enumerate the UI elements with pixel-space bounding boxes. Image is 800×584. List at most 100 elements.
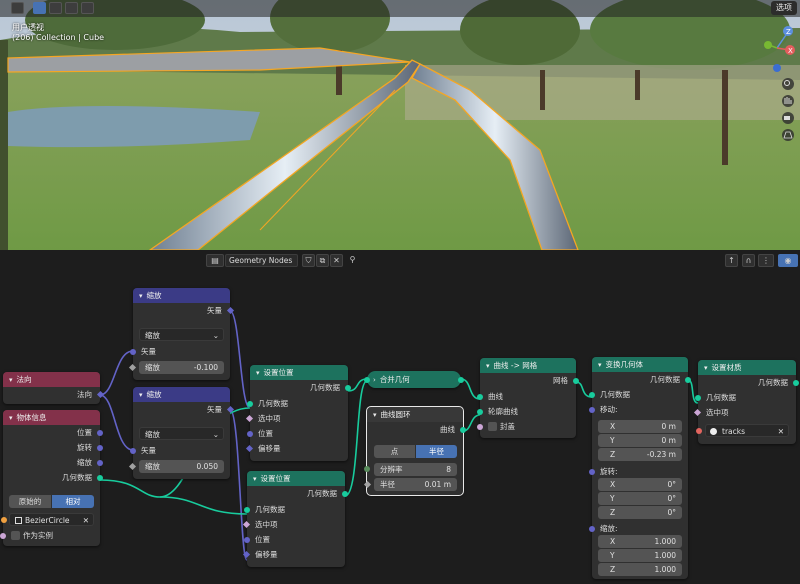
join-geometry-node[interactable]: › 合并几何 (364, 371, 464, 388)
set-material-header[interactable]: ▾ 设置材质 (698, 360, 796, 375)
scale-z-field[interactable]: Z 1.000 (598, 563, 682, 576)
scale-node-1-output: 矢量 (133, 303, 235, 318)
set-position-1-position-input: 位置 (247, 426, 348, 441)
object-selector-field[interactable]: BezierCircle ✕ (1, 513, 94, 526)
rotation-y-field[interactable]: Y 0° (598, 492, 682, 505)
position-input-socket[interactable] (244, 536, 250, 543)
material-sphere-icon (710, 428, 717, 435)
resolution-input-socket[interactable] (364, 466, 370, 472)
mesh-output-socket[interactable] (573, 377, 579, 384)
scale-y-field[interactable]: Y 1.000 (598, 549, 682, 562)
rotation-z-field[interactable]: Z 0° (598, 506, 682, 519)
viewport-scene (0, 0, 800, 250)
curve-to-mesh-node[interactable]: ▾ 曲线 -> 网格 网格 曲线 轮廓曲线 封盖 (477, 358, 579, 438)
scale-factor-field-2[interactable]: 缩放 0.050 (128, 460, 224, 473)
set-position-2-output: 几何数据 (247, 486, 348, 501)
normal-node-header[interactable]: ▾ 法向 (3, 372, 100, 387)
scale-factor-field-1[interactable]: 缩放 -0.100 (128, 361, 224, 374)
mode-points-button[interactable]: 点 (374, 445, 415, 458)
scale-node-1[interactable]: ▾ 缩放 矢量 缩放 ⌄ 矢量 缩放 -0.100 (128, 288, 235, 380)
as-instance-row[interactable]: 作为实例 (0, 528, 100, 543)
curve-circle-node[interactable]: ▾ 曲线圆环 曲线 点 半径 分辨率 8 半径 0.01 m (363, 406, 466, 496)
geometry-output-socket[interactable] (685, 376, 691, 383)
geometry-node-editor[interactable]: ▤ Geometry Nodes ⛉ ⧉ ✕ ⚲ ↑ ∩ ⋮ ◉ ▾ 缩放 矢量 … (0, 250, 800, 584)
select-extend-button[interactable] (49, 2, 62, 14)
curve-output-socket[interactable] (460, 426, 466, 433)
set-position-1-selection-input: 选中项 (245, 411, 348, 426)
radius-field[interactable]: 半径 0.01 m (363, 478, 457, 491)
geometry-output-socket[interactable] (345, 384, 351, 391)
vector-math-mode-dropdown[interactable]: 缩放 ⌄ (139, 328, 224, 341)
material-input-socket[interactable] (696, 428, 702, 434)
navigation-gizmo[interactable]: Z X (757, 20, 797, 160)
geometry-input-socket[interactable] (364, 376, 370, 383)
scale-node-1-header[interactable]: ▾ 缩放 (133, 288, 230, 303)
profile-curve-input-socket[interactable] (477, 408, 483, 415)
original-mode-button[interactable]: 原始的 (9, 495, 51, 508)
set-position-node-1-header[interactable]: ▾ 设置位置 (250, 365, 348, 380)
scale-node-2[interactable]: ▾ 缩放 矢量 缩放 ⌄ 矢量 缩放 0.050 (128, 387, 235, 479)
set-position-node-2[interactable]: ▾ 设置位置 几何数据 几何数据 选中项 位置 偏移量 (242, 471, 348, 567)
vector-input-socket[interactable] (130, 348, 136, 355)
rotation-input-socket[interactable] (589, 468, 595, 475)
options-menu-button[interactable]: 选项 (771, 1, 797, 15)
as-instance-input-socket[interactable] (0, 532, 6, 539)
geometry-output-socket[interactable] (793, 379, 799, 386)
rotation-output-socket[interactable] (97, 444, 103, 451)
mode-radius-button[interactable]: 半径 (416, 445, 457, 458)
geometry-input-socket[interactable] (247, 400, 253, 407)
set-position-node-1[interactable]: ▾ 设置位置 几何数据 几何数据 选中项 位置 偏移量 (245, 365, 351, 461)
curve-circle-header[interactable]: ▾ 曲线圆环 (367, 407, 463, 422)
vector-input-socket[interactable] (130, 447, 136, 454)
transform-geometry-node[interactable]: ▾ 变换几何体 几何数据 几何数据 移动: X0 m Y0 m Z -0.23 m … (589, 357, 691, 579)
select-tool-button[interactable] (11, 2, 24, 14)
3d-viewport[interactable]: 选项 用户透视 (206) Collection | Cube Z X (0, 0, 800, 250)
translation-z-field[interactable]: Z -0.23 m (598, 448, 682, 461)
fill-caps-input-socket[interactable] (477, 423, 483, 430)
translation-input-socket[interactable] (589, 406, 595, 413)
set-position-1-output: 几何数据 (250, 380, 351, 395)
set-material-node[interactable]: ▾ 设置材质 几何数据 几何数据 选中项 tracks ✕ (693, 360, 799, 444)
scale-x-field[interactable]: X 1.000 (598, 535, 682, 548)
fill-caps-checkbox[interactable] (488, 422, 497, 431)
translation-y-field[interactable]: Y0 m (598, 434, 682, 447)
geometry-output-socket[interactable] (458, 376, 464, 383)
rotation-x-field[interactable]: X 0° (598, 478, 682, 491)
fill-caps-row[interactable]: 封盖 (477, 419, 576, 434)
relative-mode-button[interactable]: 相对 (52, 495, 94, 508)
select-subtract-button[interactable] (65, 2, 78, 14)
translation-x-field[interactable]: X0 m (598, 420, 682, 433)
object-info-location: 位置 (3, 425, 103, 440)
as-instance-checkbox[interactable] (11, 531, 20, 540)
object-info-node[interactable]: ▾ 物体信息 位置 旋转 缩放 几何数据 原始的 相对 BezierCircle ✕… (0, 410, 103, 546)
join-geometry-header[interactable]: › 合并几何 (367, 371, 461, 388)
select-invert-button[interactable] (81, 2, 94, 14)
curve-input-socket[interactable] (477, 393, 483, 400)
location-output-socket[interactable] (97, 429, 103, 436)
normal-output: 法向 (3, 387, 105, 402)
position-input-socket[interactable] (247, 430, 253, 437)
geometry-output-socket[interactable] (342, 490, 348, 497)
scale-node-2-header[interactable]: ▾ 缩放 (133, 387, 230, 402)
set-position-node-2-header[interactable]: ▾ 设置位置 (247, 471, 345, 486)
axis-gizmo[interactable]: Z X (757, 20, 797, 160)
geometry-input-socket[interactable] (244, 506, 250, 513)
curve-to-mesh-header[interactable]: ▾ 曲线 -> 网格 (480, 358, 576, 373)
resolution-field[interactable]: 分辨率 8 (364, 463, 457, 476)
geometry-input-socket[interactable] (695, 394, 701, 401)
geometry-input-socket[interactable] (589, 391, 595, 398)
pan-hand-icon (782, 95, 794, 107)
material-selector-field[interactable]: tracks ✕ (696, 424, 789, 437)
object-input-socket[interactable] (1, 517, 7, 523)
curve-object-icon (15, 517, 22, 524)
scale-node-1-vector-input: 矢量 (130, 344, 230, 359)
chevron-down-icon: ⌄ (212, 430, 219, 439)
normal-node[interactable]: ▾ 法向 法向 (3, 372, 105, 404)
scale-input-socket[interactable] (589, 525, 595, 532)
geometry-output-socket[interactable] (97, 474, 103, 481)
scale-output-socket[interactable] (97, 459, 103, 466)
object-info-node-header[interactable]: ▾ 物体信息 (3, 410, 100, 425)
vector-math-mode-dropdown[interactable]: 缩放 ⌄ (139, 427, 224, 440)
box-select-mode-button[interactable] (33, 2, 46, 14)
transform-header[interactable]: ▾ 变换几何体 (592, 357, 688, 372)
